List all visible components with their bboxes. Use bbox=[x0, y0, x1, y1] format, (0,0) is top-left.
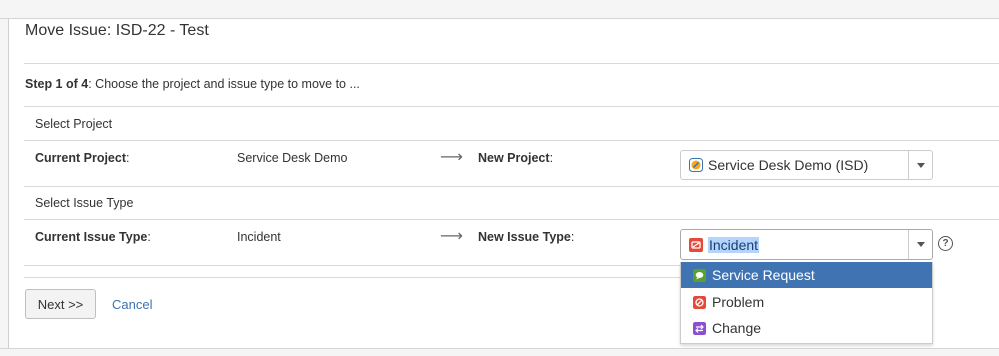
current-issue-type-label: Current Issue Type: bbox=[35, 230, 151, 244]
step-description: : Choose the project and issue type to m… bbox=[88, 77, 360, 91]
top-bar bbox=[0, 0, 999, 19]
chevron-down-icon bbox=[916, 242, 925, 247]
current-project-value: Service Desk Demo bbox=[237, 151, 348, 165]
problem-icon bbox=[693, 295, 706, 309]
step-indicator: Step 1 of 4: Choose the project and issu… bbox=[25, 77, 360, 91]
incident-icon bbox=[689, 237, 703, 252]
dropdown-option-service-request[interactable]: Service Request bbox=[681, 262, 932, 288]
arrow-right-icon: ⟶ bbox=[440, 228, 463, 245]
issue-type-dropdown-list: Service Request Problem Change bbox=[680, 262, 933, 344]
new-issue-type-value[interactable]: Incident bbox=[708, 236, 760, 253]
new-issue-type-label: New Issue Type: bbox=[478, 230, 575, 244]
service-request-icon bbox=[693, 268, 706, 282]
chevron-down-icon bbox=[916, 162, 925, 168]
title-divider bbox=[24, 63, 999, 64]
new-issue-type-select[interactable]: Incident bbox=[680, 229, 933, 260]
help-icon[interactable]: ? bbox=[938, 236, 953, 251]
new-project-select[interactable]: Service Desk Demo (ISD) bbox=[680, 150, 933, 180]
select-project-heading: Select Project bbox=[35, 117, 113, 131]
current-issue-type-value: Incident bbox=[237, 230, 281, 244]
next-button[interactable]: Next >> bbox=[25, 289, 96, 319]
dropdown-option-change[interactable]: Change bbox=[681, 315, 932, 341]
new-project-dropdown-toggle[interactable] bbox=[908, 151, 932, 179]
new-issue-type-dropdown-toggle[interactable] bbox=[908, 230, 932, 259]
new-project-label: New Project: bbox=[478, 151, 554, 165]
dropdown-option-label: Change bbox=[712, 320, 762, 336]
page-title: Move Issue: ISD-22 - Test bbox=[25, 22, 209, 39]
change-icon bbox=[693, 321, 706, 335]
dropdown-option-problem[interactable]: Problem bbox=[681, 289, 932, 315]
select-issue-type-heading: Select Issue Type bbox=[35, 196, 134, 210]
section-divider bbox=[24, 140, 999, 141]
project-avatar-icon bbox=[689, 158, 703, 172]
new-project-value: Service Desk Demo (ISD) bbox=[708, 157, 869, 173]
current-project-label: Current Project: bbox=[35, 151, 130, 165]
dropdown-option-label: Problem bbox=[712, 294, 765, 310]
cancel-link[interactable]: Cancel bbox=[112, 297, 152, 312]
section-divider bbox=[24, 186, 999, 187]
section-divider bbox=[24, 106, 999, 107]
arrow-right-icon: ⟶ bbox=[440, 149, 463, 166]
dropdown-option-label: Service Request bbox=[712, 267, 815, 283]
section-divider bbox=[24, 219, 999, 220]
step-number: Step 1 of 4 bbox=[25, 77, 89, 91]
